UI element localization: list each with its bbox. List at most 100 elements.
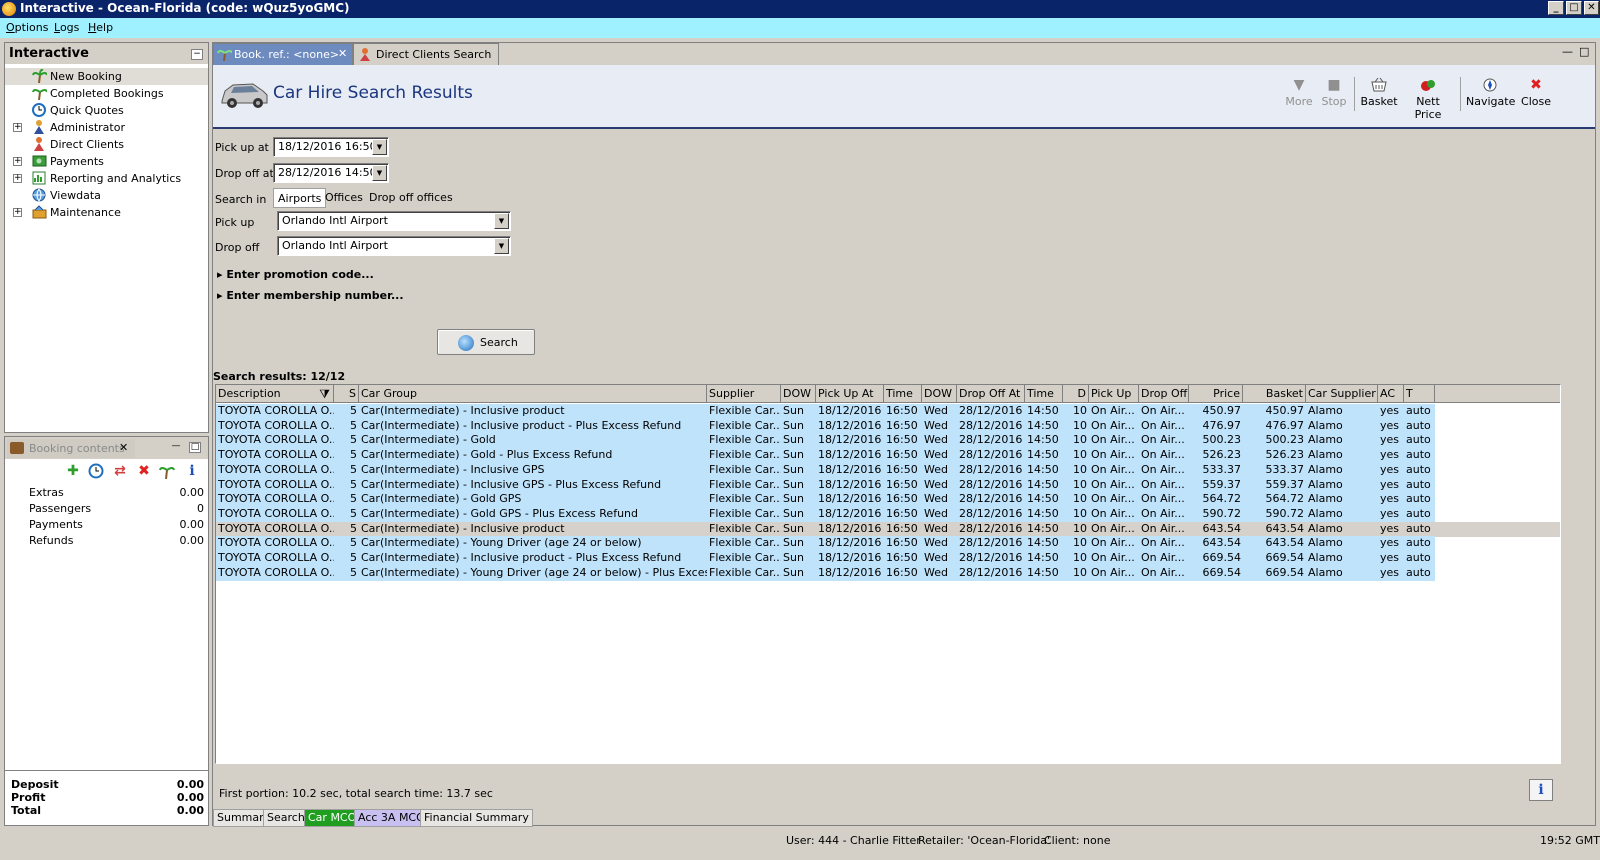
tab-search[interactable]: Search — [263, 809, 309, 827]
info-button[interactable]: i — [1529, 779, 1553, 801]
column-header[interactable]: DOW — [781, 385, 816, 403]
column-header[interactable]: D — [1063, 385, 1089, 403]
info-icon[interactable]: i — [184, 463, 200, 479]
table-cell: 28/12/2016 — [959, 433, 1023, 447]
minimize-doc-button[interactable]: — — [1562, 45, 1573, 58]
nett-price-button[interactable]: Nett Price — [1403, 77, 1453, 121]
tab-direct-clients-search[interactable]: Direct Clients Search — [353, 43, 499, 65]
table-cell: TOYOTA COROLLA O... — [218, 551, 334, 564]
minimize-button[interactable]: _ — [1548, 1, 1564, 15]
column-header[interactable]: Car Supplier — [1306, 385, 1378, 403]
column-header[interactable]: Description ⧩ — [216, 385, 334, 403]
search-button[interactable]: Search — [437, 329, 535, 355]
column-header[interactable]: Car Group — [359, 385, 707, 403]
nav-item-payments[interactable]: + Payments — [5, 153, 208, 170]
column-header[interactable]: Price — [1189, 385, 1243, 403]
maximize-panel-button[interactable]: □ — [189, 442, 201, 453]
table-cell: 28/12/2016 — [959, 404, 1023, 417]
palm-tree-icon[interactable] — [159, 463, 175, 480]
minimize-panel-button[interactable]: — — [170, 442, 182, 453]
table-cell: auto — [1406, 565, 1431, 579]
column-header[interactable]: AC — [1378, 385, 1404, 403]
add-icon[interactable]: ✚ — [65, 463, 81, 479]
column-header[interactable]: Pick Up — [1089, 385, 1139, 403]
nav-item-new-booking[interactable]: New Booking — [5, 68, 208, 85]
tab-acc-3a-mco[interactable]: Acc 3A MCO — [354, 809, 429, 827]
expand-icon[interactable]: + — [13, 123, 22, 132]
booking-toolbar: ✚ ⇄ ✖ i — [5, 459, 208, 483]
expand-icon[interactable]: + — [13, 157, 22, 166]
maximize-doc-button[interactable]: □ — [1579, 45, 1589, 58]
collapse-button[interactable]: − — [191, 49, 203, 60]
nav-item-completed-bookings[interactable]: Completed Bookings — [5, 85, 208, 102]
chevron-down-icon[interactable]: ▼ — [372, 139, 387, 155]
column-header[interactable]: Drop Off — [1139, 385, 1189, 403]
close-window-button[interactable]: ✕ — [1584, 1, 1599, 15]
segment-drop-off-offices[interactable]: Drop off offices — [365, 188, 457, 208]
expand-icon[interactable]: + — [13, 208, 22, 217]
close-button[interactable]: ✖ Close — [1519, 77, 1553, 108]
dropoff-location-select[interactable]: Orlando Intl Airport ▼ — [277, 236, 511, 256]
table-row[interactable]: TOYOTA COROLLA O... 5 Car(Intermediate) - … — [216, 565, 1435, 581]
table-row[interactable]: TOYOTA COROLLA O... 5 Car(Intermediate) - … — [216, 433, 1435, 449]
menu-options[interactable]: Options — [6, 21, 48, 34]
pickup-at-datetime[interactable]: 18/12/2016 16:50 ▼ — [273, 137, 389, 157]
menu-logs[interactable]: Logs — [54, 21, 79, 34]
column-header[interactable]: Time — [884, 385, 922, 403]
delete-icon[interactable]: ✖ — [136, 463, 152, 479]
table-row[interactable]: TOYOTA COROLLA O... 5 Car(Intermediate) - … — [216, 506, 1435, 522]
table-row[interactable]: TOYOTA COROLLA O... 5 Car(Intermediate) - … — [216, 448, 1435, 464]
column-header[interactable]: Drop Off At — [957, 385, 1025, 403]
nav-item-administrator[interactable]: + Administrator — [5, 119, 208, 136]
tab-car-mco[interactable]: Car MCO — [304, 809, 361, 827]
chevron-down-icon[interactable]: ▼ — [494, 238, 509, 254]
nav-item-direct-clients[interactable]: Direct Clients — [5, 136, 208, 153]
column-header[interactable]: Basket — [1243, 385, 1306, 403]
table-row[interactable]: TOYOTA COROLLA O... 5 Car(Intermediate) - … — [216, 418, 1435, 434]
pickup-location-select[interactable]: Orlando Intl Airport ▼ — [277, 211, 511, 231]
column-header[interactable]: Supplier — [707, 385, 781, 403]
segment-offices[interactable]: Offices — [321, 188, 367, 208]
table-row[interactable]: TOYOTA COROLLA O... 5 Car(Intermediate) - … — [216, 536, 1435, 552]
filter-icon[interactable]: ⧩ — [319, 386, 330, 402]
nav-item-viewdata[interactable]: Viewdata — [5, 187, 208, 204]
table-row[interactable]: TOYOTA COROLLA O... 5 Car(Intermediate) - … — [216, 462, 1435, 478]
transfer-icon[interactable]: ⇄ — [112, 463, 128, 479]
navigate-button[interactable]: Navigate — [1466, 77, 1515, 108]
nav-item-reporting[interactable]: + Reporting and Analytics — [5, 170, 208, 187]
column-header[interactable]: S — [334, 385, 359, 403]
column-header[interactable]: Pick Up At — [816, 385, 884, 403]
person-icon — [32, 120, 47, 134]
table-cell: auto — [1406, 462, 1431, 476]
membership-number-expander[interactable]: Enter membership number... — [217, 289, 403, 302]
table-row[interactable]: TOYOTA COROLLA O... 5 Car(Intermediate) - … — [216, 521, 1560, 537]
column-header[interactable]: T — [1404, 385, 1435, 403]
table-cell: 18/12/2016 — [818, 565, 882, 579]
tab-financial-summary[interactable]: Financial Summary — [420, 809, 533, 827]
nav-item-quick-quotes[interactable]: Quick Quotes — [5, 102, 208, 119]
close-icon[interactable]: ✕ — [119, 441, 128, 454]
expand-icon[interactable]: + — [13, 174, 22, 183]
menu-help[interactable]: Help — [88, 21, 113, 34]
dropoff-at-datetime[interactable]: 28/12/2016 14:50 ▼ — [273, 163, 389, 183]
table-row[interactable]: TOYOTA COROLLA O... 5 Car(Intermediate) - … — [216, 492, 1435, 508]
segment-airports[interactable]: Airports — [273, 188, 327, 208]
tab-book-ref[interactable]: Book. ref.: <none> ✕ — [213, 43, 353, 65]
close-icon[interactable]: ✕ — [338, 47, 347, 60]
column-header[interactable]: Time — [1025, 385, 1063, 403]
nav-item-maintenance[interactable]: + Maintenance — [5, 204, 208, 221]
table-row[interactable]: TOYOTA COROLLA O... 5 Car(Intermediate) - … — [216, 404, 1435, 419]
table-cell: yes — [1380, 477, 1400, 491]
table-row[interactable]: TOYOTA COROLLA O... 5 Car(Intermediate) - … — [216, 477, 1435, 493]
tab-booking-contents[interactable]: Booking contents ✕ — [7, 439, 135, 458]
chevron-down-icon[interactable]: ▼ — [494, 213, 509, 229]
clock-icon[interactable] — [88, 463, 104, 479]
column-header[interactable]: DOW — [922, 385, 957, 403]
more-button[interactable]: ▼ More — [1284, 77, 1314, 108]
table-row[interactable]: TOYOTA COROLLA O... 5 Car(Intermediate) - … — [216, 551, 1435, 566]
stop-button[interactable]: ■ Stop — [1319, 77, 1349, 108]
chevron-down-icon[interactable]: ▼ — [372, 165, 387, 181]
basket-button[interactable]: Basket — [1360, 77, 1398, 108]
maximize-button[interactable]: □ — [1566, 1, 1582, 15]
promotion-code-expander[interactable]: Enter promotion code... — [217, 268, 373, 281]
